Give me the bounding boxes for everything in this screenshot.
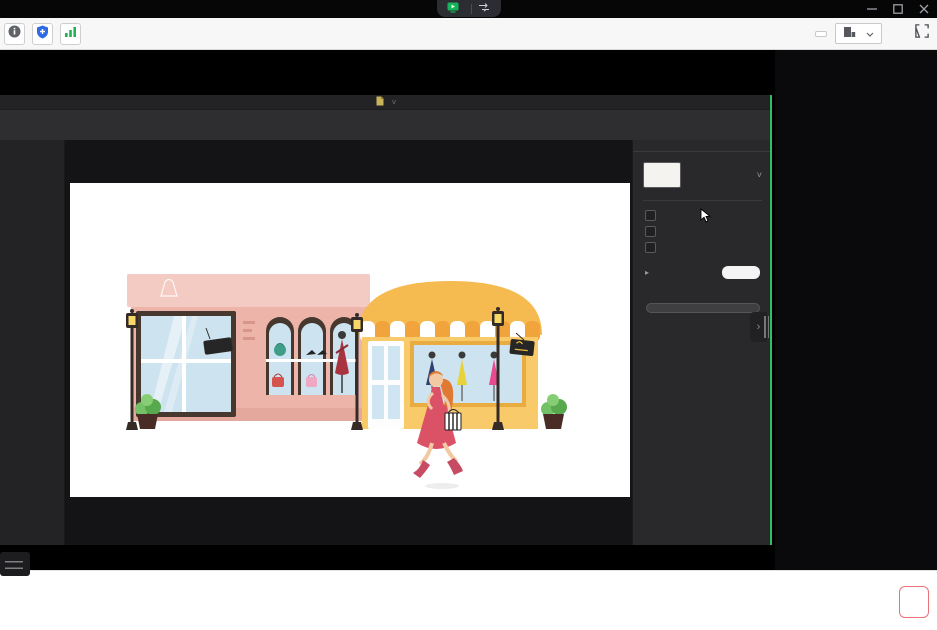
navigator-tooltip <box>0 552 30 576</box>
encryption-button[interactable] <box>32 23 53 45</box>
panel-drag-handle[interactable] <box>764 316 769 338</box>
chevron-down-icon: ˅ <box>757 170 762 180</box>
meeting-bottom-toolbar <box>0 570 937 630</box>
maximize-button[interactable] <box>892 4 903 15</box>
signal-bars-icon <box>64 25 77 43</box>
clothing-store-illustration <box>70 183 630 497</box>
document-icon <box>376 96 384 109</box>
slide-canvas <box>65 140 632 545</box>
disclosure-arrow-icon[interactable]: ▸ <box>645 268 649 277</box>
shield-plus-icon <box>36 25 49 44</box>
background-row[interactable]: ▸ <box>645 266 760 279</box>
switch-windows-icon[interactable] <box>478 3 491 15</box>
slide-navigator <box>0 140 65 545</box>
minimize-button[interactable] <box>866 4 877 15</box>
layout-icon <box>843 26 856 41</box>
info-icon <box>8 25 21 43</box>
viewing-screen-pill[interactable] <box>437 0 501 17</box>
chevron-down-icon <box>866 27 874 40</box>
participants-sidebar <box>775 50 937 570</box>
window-controls <box>866 0 929 18</box>
layout-thumbnail <box>643 162 681 188</box>
share-border-highlight <box>770 95 772 545</box>
screen-share-green-icon <box>447 2 459 16</box>
checkbox-slide-number[interactable] <box>645 242 760 253</box>
keynote-titlebar: ˅ <box>0 95 772 109</box>
pill-divider <box>471 4 472 14</box>
format-panel: ˅ ▸ <box>632 140 772 545</box>
fullscreen-button[interactable] <box>912 24 932 44</box>
meeting-toolbar <box>0 18 937 50</box>
shared-screen-view: ˅ <box>0 50 775 570</box>
window-titlebar <box>0 0 937 18</box>
meeting-timer <box>815 31 827 37</box>
checkbox[interactable] <box>645 242 656 253</box>
close-button[interactable] <box>918 4 929 15</box>
current-slide[interactable] <box>70 183 630 497</box>
title-dropdown-icon[interactable]: ˅ <box>392 98 397 107</box>
fullscreen-icon <box>915 24 929 43</box>
meeting-info-button[interactable] <box>4 23 25 45</box>
checkbox[interactable] <box>645 210 656 221</box>
checkbox[interactable] <box>645 226 656 237</box>
keynote-body: ˅ ▸ <box>0 140 772 545</box>
mouse-cursor <box>700 208 711 228</box>
view-mode-button[interactable] <box>835 23 882 44</box>
background-color-swatch[interactable] <box>722 266 760 279</box>
slide-layout-selector[interactable]: ˅ <box>643 162 762 188</box>
edit-slide-layout-button[interactable] <box>646 303 760 313</box>
potted-plant <box>541 394 567 429</box>
network-quality-button[interactable] <box>60 23 81 45</box>
keynote-toolbar <box>0 109 772 140</box>
end-meeting-button[interactable] <box>899 586 929 618</box>
format-panel-title <box>633 140 772 152</box>
